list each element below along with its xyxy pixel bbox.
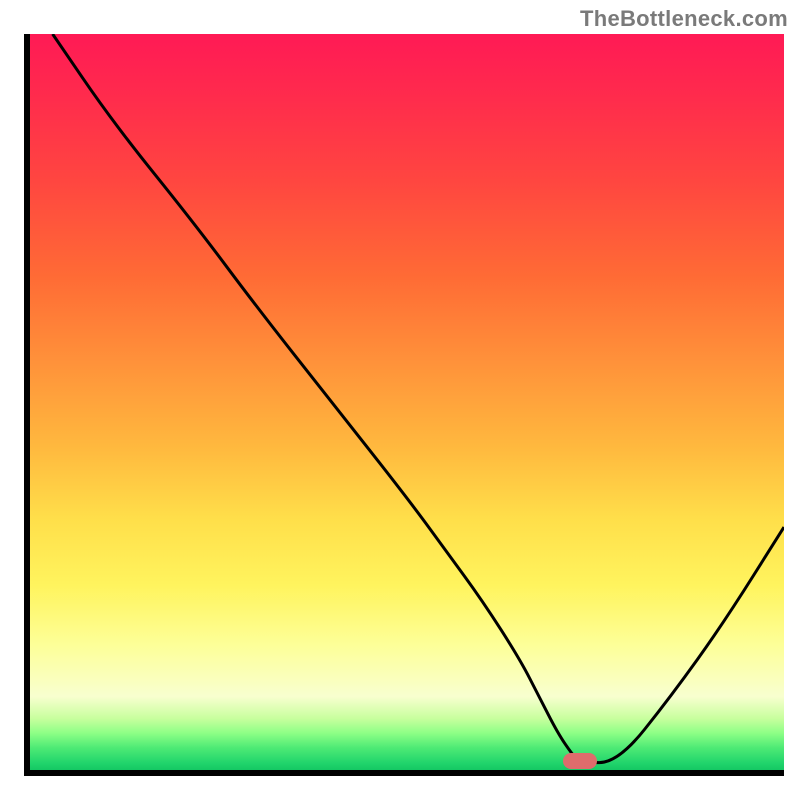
chart-plot-area [24, 34, 784, 776]
bottleneck-curve-path [53, 34, 784, 763]
attribution-text: TheBottleneck.com [580, 6, 788, 32]
optimal-point-marker [563, 753, 597, 769]
chart-curve-svg [30, 34, 784, 770]
